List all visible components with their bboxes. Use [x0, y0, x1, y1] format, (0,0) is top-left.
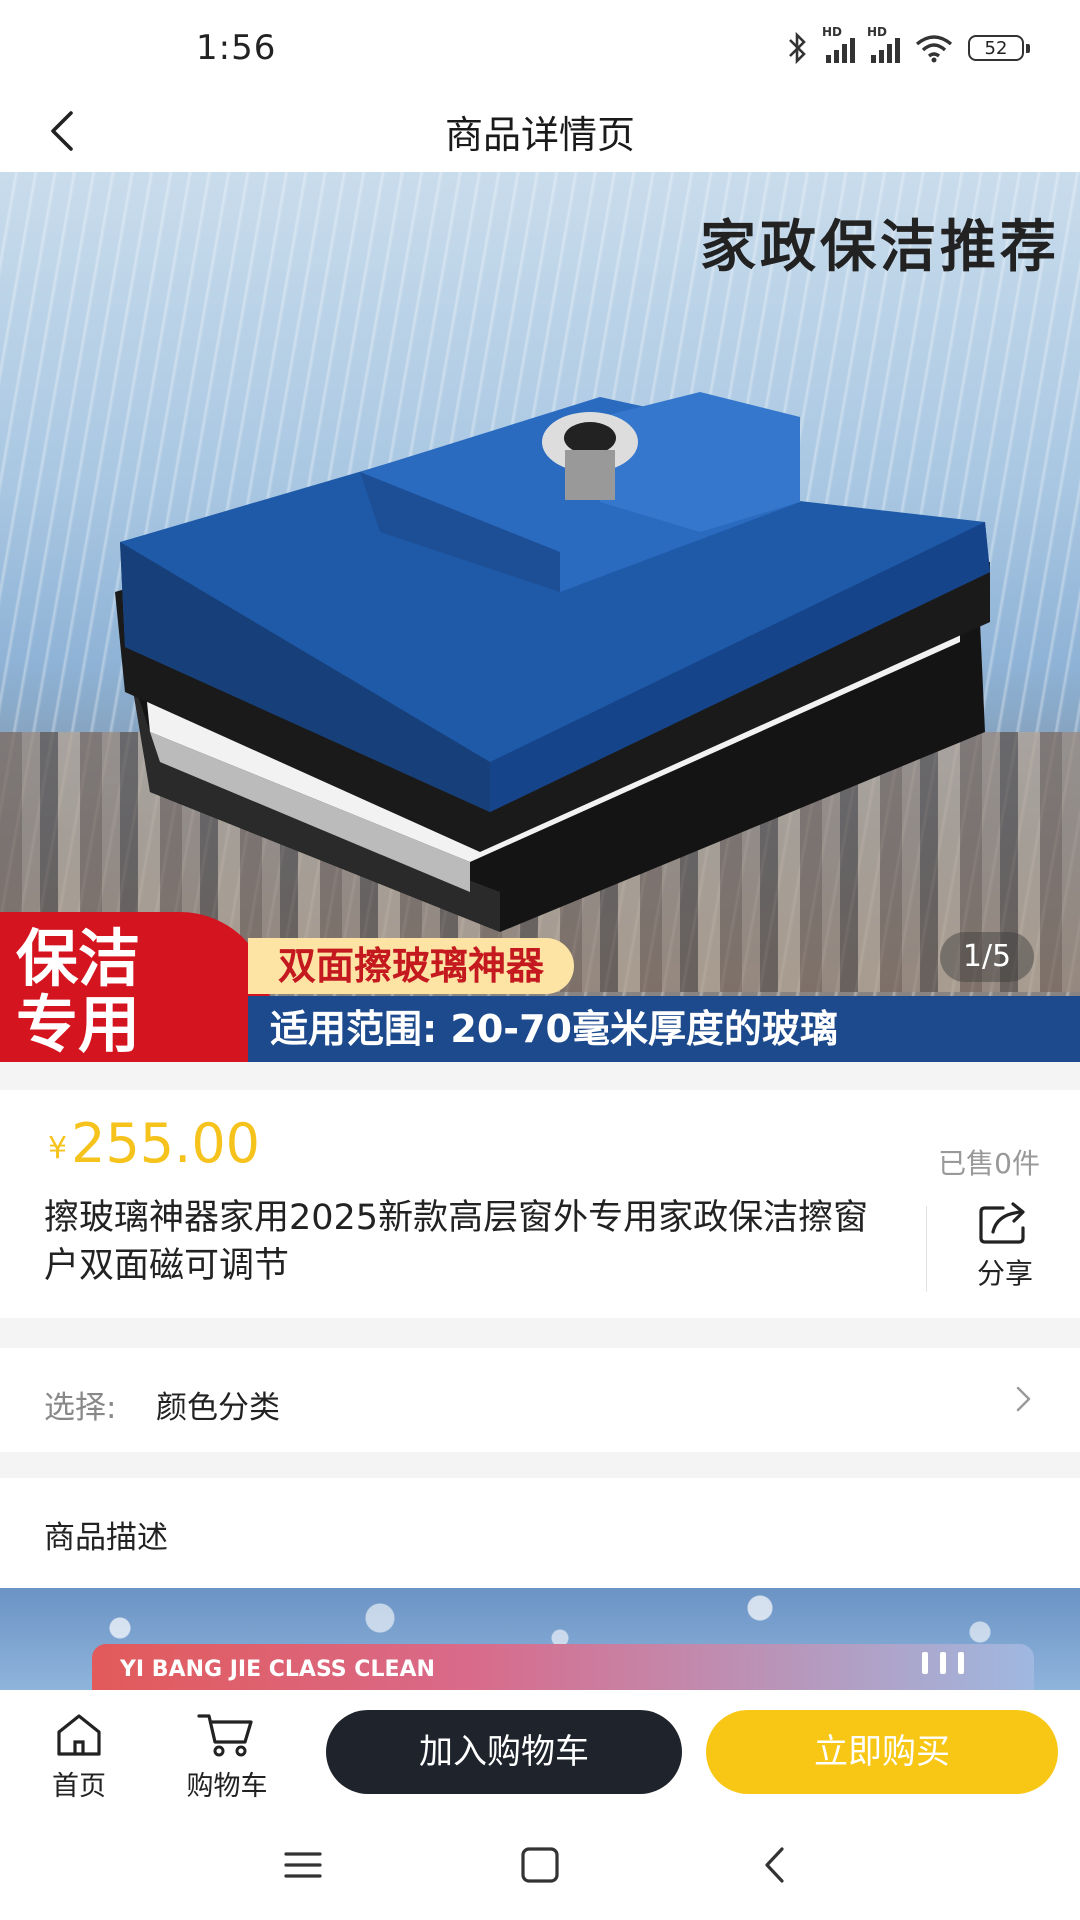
- wifi-icon: [915, 35, 953, 63]
- description-banner: YI BANG JIE CLASS CLEAN: [92, 1644, 1034, 1690]
- signal-icon: HD: [867, 25, 900, 63]
- divider: [926, 1206, 927, 1292]
- signal-icon: HD: [822, 25, 855, 63]
- home-icon: [57, 1714, 101, 1756]
- product-title: 擦玻璃神器家用2025新款高层窗外专用家政保洁擦窗户双面磁可调节: [44, 1198, 869, 1286]
- cart-label: 购物车: [186, 1771, 268, 1802]
- sold-count: 已售0件: [938, 1147, 1040, 1180]
- product-tag: 双面擦玻璃神器: [248, 938, 575, 994]
- menu-icon[interactable]: [278, 1840, 328, 1890]
- select-value: 颜色分类: [156, 1390, 280, 1426]
- product-info-card: ¥255.00 已售0件 擦玻璃神器家用2025新款高层窗外专用家政保洁擦窗户双…: [0, 1090, 1080, 1318]
- hero-headline: 家政保洁推荐: [700, 215, 1060, 280]
- battery-icon: 52: [968, 35, 1030, 61]
- cart-icon: [197, 1714, 253, 1757]
- price-value: 255.00: [71, 1112, 261, 1175]
- bottom-action-bar: 首页 购物车 加入购物车 立即购买: [0, 1690, 1080, 1810]
- select-key: 选择:: [44, 1390, 117, 1426]
- buy-now-button[interactable]: 立即购买: [706, 1710, 1058, 1794]
- home-label: 首页: [52, 1771, 106, 1802]
- page-title: 商品详情页: [444, 113, 635, 157]
- image-counter: 1/5: [940, 932, 1034, 982]
- description-title: 商品描述: [44, 1520, 168, 1556]
- description-image: YI BANG JIE CLASS CLEAN: [0, 1588, 1080, 1690]
- add-to-cart-button[interactable]: 加入购物车: [326, 1710, 682, 1794]
- home-tab[interactable]: 首页: [24, 1710, 134, 1803]
- home-square-icon[interactable]: [515, 1840, 565, 1890]
- spec-select-row[interactable]: 选择: 颜色分类: [0, 1348, 1080, 1452]
- usage-range-banner: 适用范围: 20-70毫米厚度的玻璃: [248, 996, 1080, 1062]
- share-label: 分享: [976, 1257, 1033, 1290]
- currency-symbol: ¥: [48, 1131, 68, 1166]
- back-nav-icon[interactable]: [752, 1840, 802, 1890]
- clock: 1:56: [196, 28, 277, 68]
- cleaning-badge: 保洁 专用: [0, 912, 270, 1062]
- nav-bar: 商品详情页: [0, 92, 1080, 172]
- bluetooth-icon: [789, 31, 806, 65]
- cart-tab[interactable]: 购物车: [172, 1710, 282, 1803]
- share-button[interactable]: 分享: [960, 1200, 1050, 1292]
- chevron-right-icon: [1016, 1386, 1031, 1412]
- description-section: 商品描述: [0, 1478, 1080, 1588]
- product-image-carousel[interactable]: 家政保洁推荐 保洁 专用 双面擦玻璃神器 适用范围: 20-70毫米厚度的玻璃 …: [0, 172, 1080, 1062]
- status-icons: HD HD 52: [786, 25, 1030, 68]
- price: ¥255.00: [48, 1112, 260, 1175]
- status-bar: 1:56 HD HD 52: [0, 0, 1080, 92]
- share-icon: [979, 1202, 1025, 1244]
- system-nav-bar: [0, 1810, 1080, 1920]
